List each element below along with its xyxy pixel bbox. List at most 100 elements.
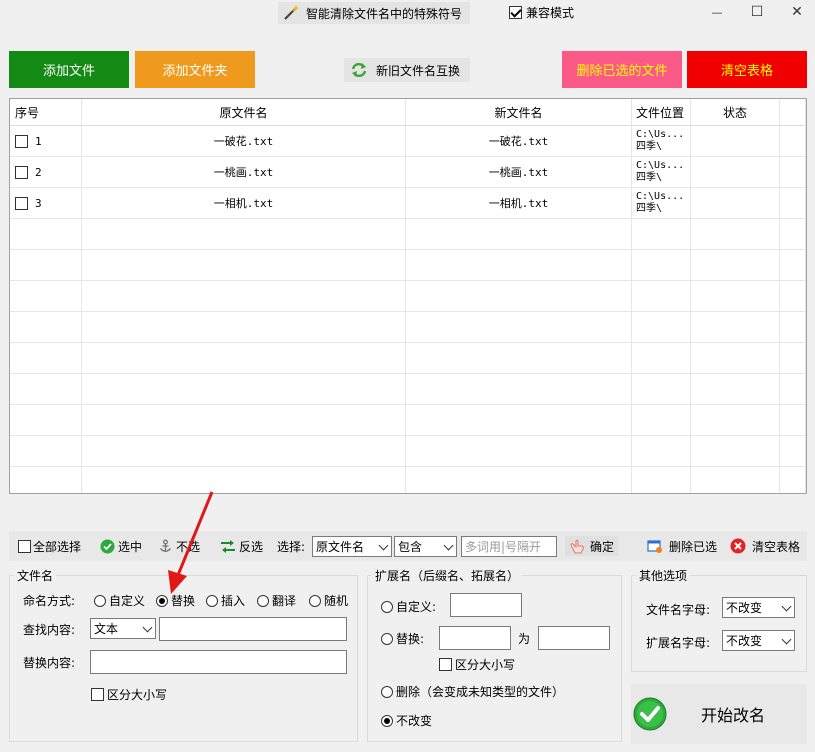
app-title: 智能清除文件名中的特殊符号 [278, 2, 471, 24]
find-type-value: 文本 [94, 622, 119, 636]
row-new-name[interactable]: 一桃画.txt [406, 157, 632, 188]
row-checkbox[interactable] [15, 165, 28, 179]
invert-arrows-icon [221, 539, 235, 553]
add-file-button[interactable]: 添加文件 [9, 51, 129, 88]
empty-cell [10, 250, 82, 281]
row-location[interactable]: C:\Us... 四季\ [632, 157, 691, 188]
ext-find-input[interactable] [439, 626, 511, 650]
close-button[interactable]: ✕ [777, 0, 815, 24]
keyword-input[interactable]: 多词用|号隔开 [461, 536, 557, 557]
file-table[interactable]: 序号 原文件名 新文件名 文件位置 状态 1 一破花.txt 一破花.txt C:\U… [9, 98, 807, 494]
table-header: 序号 原文件名 新文件名 文件位置 状态 [10, 99, 806, 126]
table-row[interactable]: 1 一破花.txt 一破花.txt C:\Us... 四季\ [10, 126, 806, 157]
radio-icon[interactable] [309, 594, 321, 607]
row-index-cell[interactable]: 3 [10, 188, 82, 219]
minimize-button[interactable]: — [697, 0, 737, 24]
start-rename-button[interactable]: 开始改名 [631, 684, 807, 744]
ext-replace-radio[interactable]: 替换: [381, 630, 424, 647]
table-row[interactable]: 3 一相机.txt 一相机.txt C:\Us... 四季\ [10, 188, 806, 219]
row-location[interactable]: C:\Us... 四季\ [632, 126, 691, 157]
ext-replace-input[interactable] [538, 626, 610, 650]
name-case-sensitive-checkbox[interactable]: 区分大小写 [91, 686, 167, 703]
empty-cell [780, 405, 806, 436]
radio-selected-icon[interactable] [381, 714, 393, 727]
chevron-down-icon [781, 601, 792, 612]
filename-case-value: 不改变 [726, 601, 763, 615]
mode-random-radio[interactable]: 随机 [309, 592, 348, 609]
compat-mode-check-icon[interactable] [509, 6, 522, 19]
swap-names-button[interactable]: 新旧文件名互换 [344, 58, 470, 82]
select-button[interactable]: 选中 [100, 537, 142, 555]
row-checkbox[interactable] [15, 196, 28, 210]
mode-custom-radio[interactable]: 自定义 [94, 592, 145, 609]
empty-cell [82, 405, 406, 436]
confirm-button[interactable]: 确定 [565, 536, 619, 556]
row-index-cell[interactable]: 1 [10, 126, 82, 157]
select-all-checkbox[interactable]: 全部选择 [18, 537, 81, 555]
maximize-button[interactable]: ☐ [737, 0, 777, 24]
header-filler [780, 99, 806, 126]
swap-icon [351, 62, 367, 78]
find-type-select[interactable]: 文本 [90, 618, 156, 639]
radio-icon[interactable] [381, 600, 393, 613]
filename-case-select[interactable]: 不改变 [722, 597, 795, 618]
checkbox-icon[interactable] [439, 658, 452, 671]
ext-custom-input[interactable] [450, 593, 522, 617]
empty-cell [10, 374, 82, 405]
add-folder-button[interactable]: 添加文件夹 [135, 51, 255, 88]
header-status[interactable]: 状态 [691, 99, 780, 126]
row-checkbox[interactable] [15, 134, 28, 148]
row-index-cell[interactable]: 2 [10, 157, 82, 188]
radio-icon[interactable] [381, 632, 393, 645]
clear-table-button[interactable]: 清空表格 [687, 51, 807, 88]
header-new-name[interactable]: 新文件名 [406, 99, 632, 126]
find-label: 查找内容: [23, 623, 76, 637]
empty-cell [10, 405, 82, 436]
ext-case-sensitive-checkbox[interactable]: 区分大小写 [439, 656, 515, 673]
check-circle-icon [633, 697, 667, 731]
compat-mode-checkbox[interactable]: 兼容模式 [509, 4, 574, 21]
ext-delete-radio[interactable]: 删除（会变成未知类型的文件） [381, 683, 564, 700]
chevron-down-icon [443, 540, 454, 551]
empty-cell [632, 281, 691, 312]
header-index[interactable]: 序号 [10, 99, 82, 126]
empty-cell [780, 374, 806, 405]
filename-case-label: 文件名字母: [646, 603, 711, 617]
other-options-title: 其他选项 [636, 567, 691, 584]
clear-table-small-button[interactable]: 清空表格 [730, 537, 800, 555]
select-all-check-icon[interactable] [18, 539, 31, 553]
header-location[interactable]: 文件位置 [632, 99, 691, 126]
empty-cell [406, 405, 632, 436]
invert-selection-button[interactable]: 反选 [220, 537, 263, 555]
match-select[interactable]: 包含 [394, 536, 457, 557]
row-old-name[interactable]: 一桃画.txt [82, 157, 406, 188]
chevron-down-icon [378, 540, 389, 551]
find-input[interactable] [159, 617, 347, 641]
empty-cell [406, 343, 632, 374]
empty-cell [632, 374, 691, 405]
delete-selected-button[interactable]: 删除已选 [647, 537, 717, 555]
radio-icon[interactable] [381, 685, 393, 698]
mode-translate-radio[interactable]: 翻译 [257, 592, 296, 609]
row-old-name[interactable]: 一相机.txt [82, 188, 406, 219]
row-new-name[interactable]: 一破花.txt [406, 126, 632, 157]
delete-selected-files-button[interactable]: 删除已选的文件 [562, 51, 682, 88]
radio-icon[interactable] [257, 594, 269, 607]
check-circle-icon [100, 539, 115, 553]
empty-cell [10, 343, 82, 374]
checkbox-icon[interactable] [91, 688, 104, 701]
table-row[interactable]: 2 一桃画.txt 一桃画.txt C:\Us... 四季\ [10, 157, 806, 188]
ext-case-select[interactable]: 不改变 [722, 630, 795, 651]
field-select[interactable]: 原文件名 [312, 536, 392, 557]
header-old-name[interactable]: 原文件名 [82, 99, 406, 126]
ext-custom-radio[interactable]: 自定义: [381, 598, 436, 615]
row-old-name[interactable]: 一破花.txt [82, 126, 406, 157]
row-new-name[interactable]: 一相机.txt [406, 188, 632, 219]
radio-icon[interactable] [94, 594, 106, 607]
empty-cell [10, 467, 82, 493]
empty-table-row [10, 281, 806, 312]
replace-input[interactable] [90, 650, 347, 674]
row-location[interactable]: C:\Us... 四季\ [632, 188, 691, 219]
empty-cell [691, 281, 780, 312]
ext-unchanged-radio[interactable]: 不改变 [381, 712, 432, 729]
